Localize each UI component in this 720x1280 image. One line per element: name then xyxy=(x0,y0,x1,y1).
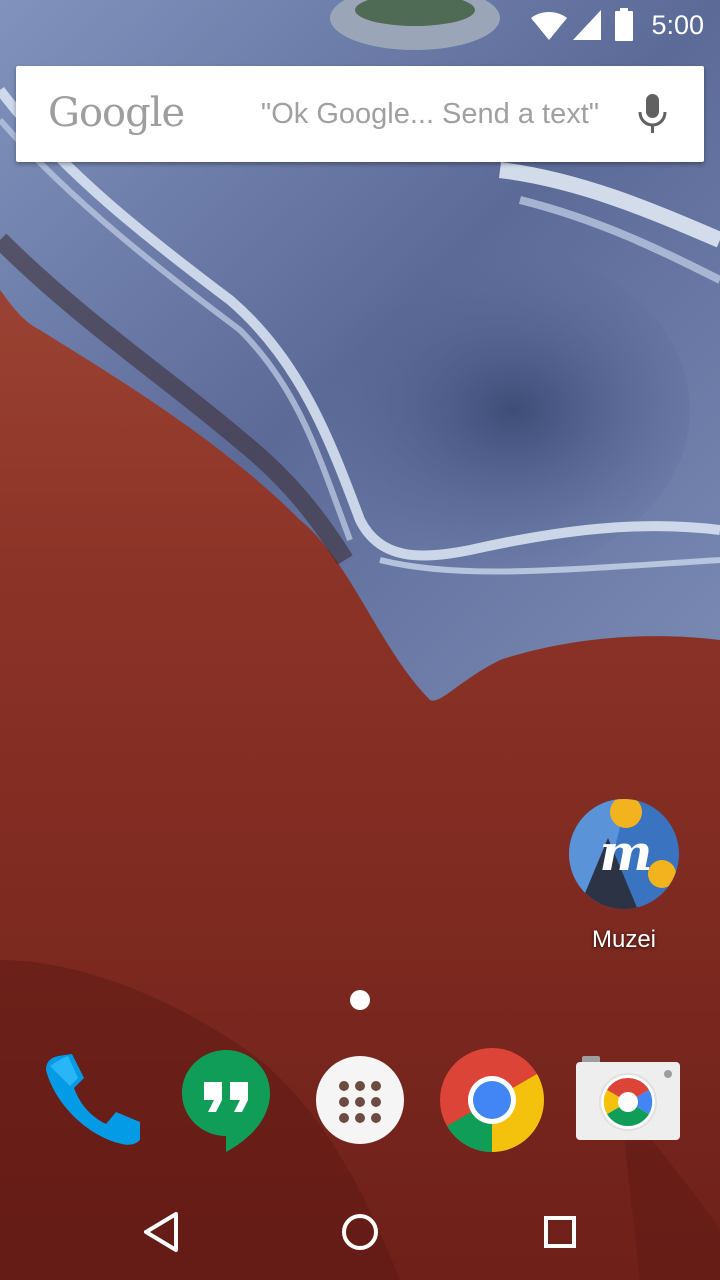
svg-text:m: m xyxy=(600,823,653,882)
home-screen: 5:00 Google "Ok Google... Send a text" m… xyxy=(0,0,720,1280)
google-logo: Google xyxy=(48,90,185,136)
cellular-signal-icon xyxy=(572,8,602,47)
home-icon[interactable] xyxy=(320,1198,400,1266)
hangouts-app-icon[interactable] xyxy=(170,1044,282,1156)
google-search-bar[interactable]: Google "Ok Google... Send a text" xyxy=(16,66,704,162)
chrome-app-icon[interactable] xyxy=(436,1044,548,1156)
muzei-app-icon[interactable]: m xyxy=(568,798,680,910)
clock: 5:00 xyxy=(651,10,704,40)
back-icon[interactable] xyxy=(120,1198,200,1266)
wifi-icon xyxy=(530,8,568,47)
microphone-icon[interactable] xyxy=(624,86,680,142)
battery-icon xyxy=(614,8,634,47)
app-drawer-icon[interactable] xyxy=(304,1044,416,1156)
shortcut-label: Muzei xyxy=(591,926,657,953)
camera-app-icon[interactable] xyxy=(572,1044,684,1156)
navigation-bar xyxy=(0,1184,720,1280)
shortcut-muzei[interactable]: m Muzei xyxy=(554,798,694,968)
phone-app-icon[interactable] xyxy=(36,1044,148,1156)
search-hint[interactable]: "Ok Google... Send a text" xyxy=(260,94,600,134)
page-indicator-dot xyxy=(350,990,370,1010)
recents-icon[interactable] xyxy=(520,1198,600,1266)
status-bar: 5:00 xyxy=(0,0,720,50)
